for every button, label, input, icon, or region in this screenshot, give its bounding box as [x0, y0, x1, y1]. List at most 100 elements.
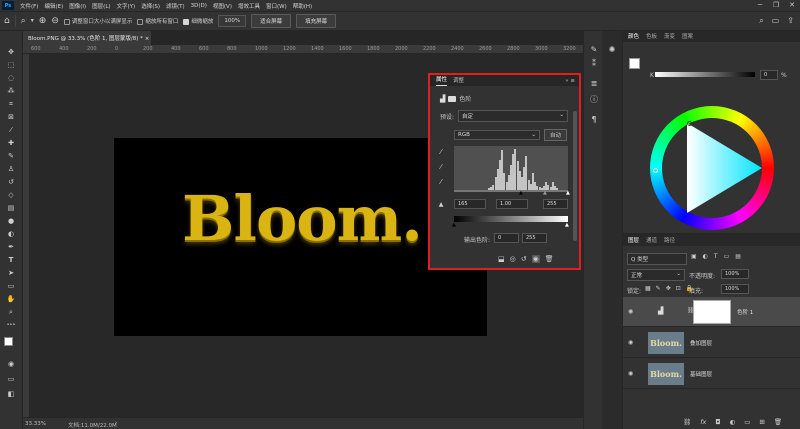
- history-brush-icon[interactable]: ↺: [3, 177, 19, 187]
- rectangle-tool-icon[interactable]: ▭: [3, 281, 19, 291]
- visibility-eye-icon[interactable]: ◉: [628, 370, 633, 377]
- blend-mode-select[interactable]: 正常 ⌄: [627, 269, 685, 281]
- quick-select-tool-icon[interactable]: ⁂: [3, 86, 19, 96]
- layer-row[interactable]: ◉ Bloom. 叠加图层: [623, 328, 800, 358]
- search-icon[interactable]: ⌕: [759, 16, 763, 26]
- adjustments-icon[interactable]: ✺: [606, 45, 618, 55]
- clip-to-layer-icon[interactable]: ⬓: [498, 255, 505, 263]
- move-tool-icon[interactable]: ✥: [3, 47, 19, 57]
- layer-style-icon[interactable]: fx: [700, 418, 706, 426]
- maximize-icon[interactable]: ❐: [768, 0, 784, 11]
- link-layers-icon[interactable]: ⛓: [683, 418, 691, 426]
- layer-name[interactable]: 基础图层: [690, 370, 712, 378]
- crop-tool-icon[interactable]: ⌗: [3, 99, 19, 109]
- filter-smart-icon[interactable]: ▤: [735, 253, 741, 260]
- black-point-eyedropper-icon[interactable]: ⁄: [436, 148, 446, 156]
- tab-adjustments[interactable]: 调整: [453, 76, 464, 86]
- quick-mask-icon[interactable]: ◉: [3, 359, 19, 369]
- zoom-tool-icon[interactable]: ⌕: [21, 16, 26, 26]
- output-black-field[interactable]: 0: [494, 233, 519, 243]
- menu-help[interactable]: 帮助(H): [290, 2, 315, 10]
- scrubby-checkbox[interactable]: [183, 18, 190, 25]
- document-tab[interactable]: Bloom.PNG @ 33.3% (色阶 1, 图层蒙版/8) * ×: [23, 31, 151, 45]
- fit-screen-button[interactable]: 适合屏幕: [251, 14, 292, 28]
- resize-windows-option[interactable]: 调整窗口大小以满屏显示: [63, 17, 132, 25]
- frame-tool-icon[interactable]: ⊠: [3, 112, 19, 122]
- tab-paths[interactable]: 路径: [664, 236, 675, 246]
- layer-row[interactable]: ◉ ▟ ⛓ 色阶 1: [623, 297, 800, 327]
- opacity-field[interactable]: 100%: [721, 269, 749, 279]
- visibility-icon[interactable]: ◉: [531, 255, 540, 263]
- menu-view[interactable]: 视图(V): [210, 2, 235, 10]
- blur-tool-icon[interactable]: ●: [3, 216, 19, 226]
- pen-tool-icon[interactable]: ✒: [3, 242, 19, 252]
- screen-mode-icon[interactable]: ▭: [3, 374, 19, 384]
- menu-plugins[interactable]: 增效工具: [235, 2, 263, 10]
- zoom-out-icon[interactable]: ⊖: [51, 16, 59, 26]
- menu-image[interactable]: 图像(I): [66, 2, 89, 10]
- color-picker-marker[interactable]: [687, 121, 692, 126]
- tab-patterns[interactable]: 图案: [682, 32, 693, 42]
- more-tools-icon[interactable]: •••: [3, 320, 19, 330]
- preset-select[interactable]: 自定 ⌄: [458, 110, 568, 122]
- mask-icon[interactable]: [448, 95, 457, 102]
- panel-collapse-icon[interactable]: » ≡: [565, 78, 579, 86]
- scrubby-zoom-option[interactable]: 细微缩放: [183, 17, 213, 25]
- output-white-field[interactable]: 255: [522, 233, 547, 243]
- filter-adjustment-icon[interactable]: ◐: [703, 253, 708, 260]
- layer-row[interactable]: ◉ Bloom. 基础图层: [623, 359, 800, 389]
- new-adjustment-icon[interactable]: ◐: [730, 418, 736, 426]
- menu-filter[interactable]: 滤镜(T): [163, 2, 188, 10]
- lock-transparent-icon[interactable]: ▦: [645, 285, 651, 292]
- fill-screen-button[interactable]: 填充屏幕: [296, 14, 337, 28]
- fill-field[interactable]: 100%: [721, 284, 749, 294]
- clone-stamp-icon[interactable]: ♙: [3, 164, 19, 174]
- new-layer-icon[interactable]: ⊞: [759, 418, 764, 426]
- k-value-field[interactable]: 0: [760, 70, 778, 80]
- zoom-level[interactable]: 33.33%: [25, 421, 46, 427]
- resize-checkbox[interactable]: [63, 18, 70, 25]
- brush-tool-icon[interactable]: ✎: [3, 151, 19, 161]
- menu-file[interactable]: 文件(F): [17, 2, 41, 10]
- workspace-icon[interactable]: ▭: [772, 16, 780, 26]
- home-icon[interactable]: ⌂: [4, 16, 10, 26]
- layer-mask-thumbnail[interactable]: [693, 300, 731, 324]
- photoshop-logo[interactable]: Ps: [2, 1, 14, 10]
- view-previous-icon[interactable]: ◎: [510, 255, 516, 263]
- k-slider[interactable]: [655, 72, 755, 77]
- output-white-slider[interactable]: ▲: [565, 222, 569, 228]
- input-black-field[interactable]: 165: [454, 199, 486, 209]
- hand-tool-icon[interactable]: ✋: [3, 294, 19, 304]
- filter-type-icon[interactable]: T: [714, 253, 718, 260]
- healing-brush-icon[interactable]: ✚: [3, 138, 19, 148]
- layer-name[interactable]: 叠加图层: [690, 339, 712, 347]
- character-icon[interactable]: ¶: [588, 115, 600, 125]
- input-white-slider[interactable]: ▲: [566, 190, 570, 196]
- menu-edit[interactable]: 编辑(E): [41, 2, 66, 10]
- close-icon[interactable]: ✕: [784, 0, 800, 11]
- channel-select[interactable]: RGB ⌄: [454, 130, 540, 140]
- path-select-icon[interactable]: ➤: [3, 268, 19, 278]
- menu-window[interactable]: 窗口(W): [263, 2, 290, 10]
- reset-icon[interactable]: ↺: [521, 255, 527, 263]
- lock-paint-icon[interactable]: ✎: [656, 285, 661, 292]
- input-white-field[interactable]: 255: [543, 199, 568, 209]
- screen-mode-alt-icon[interactable]: ◧: [3, 389, 19, 399]
- gradient-tool-icon[interactable]: ▤: [3, 203, 19, 213]
- hue-marker[interactable]: [653, 168, 658, 173]
- type-tool-icon[interactable]: T: [3, 255, 19, 265]
- foreground-color-swatch[interactable]: [4, 337, 13, 346]
- visibility-eye-icon[interactable]: ◉: [628, 308, 633, 315]
- input-gamma-slider[interactable]: ▲: [543, 190, 547, 196]
- zoom-value-field[interactable]: 100%: [218, 15, 247, 27]
- menu-select[interactable]: 选择(S): [138, 2, 163, 10]
- info-icon[interactable]: ⓘ: [588, 94, 600, 104]
- zoom-tool-icon[interactable]: ⌕: [3, 307, 19, 317]
- filter-shape-icon[interactable]: ▭: [724, 253, 730, 260]
- properties-scrollbar[interactable]: [573, 111, 577, 241]
- close-tab-icon[interactable]: ×: [145, 36, 150, 42]
- tab-layers[interactable]: 图层: [628, 236, 639, 246]
- menu-layer[interactable]: 图层(L): [89, 2, 113, 10]
- layer-name[interactable]: 色阶 1: [737, 308, 753, 316]
- input-black-slider[interactable]: ▲: [519, 190, 523, 196]
